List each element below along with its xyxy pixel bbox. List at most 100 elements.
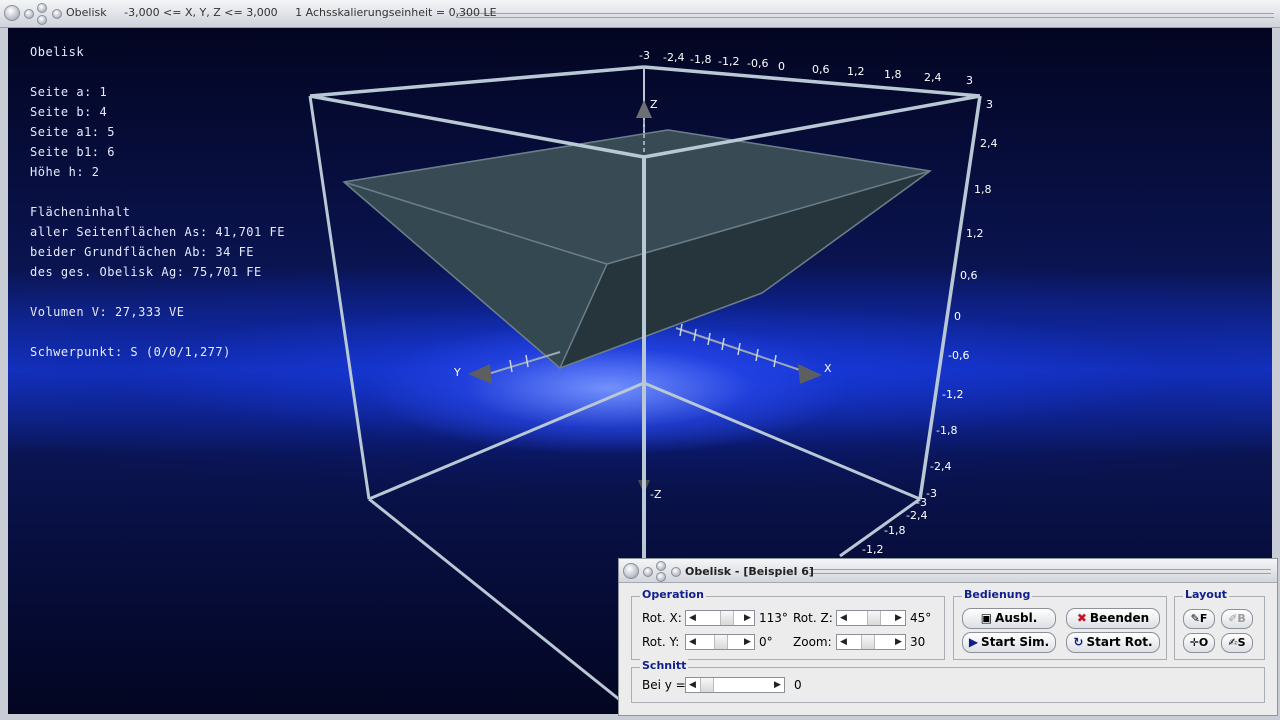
tick-label: 1,2 <box>847 65 865 78</box>
layout-f-label: F <box>1199 612 1208 625</box>
tick-label: -3 <box>916 496 927 509</box>
window-menu-icon[interactable] <box>52 9 62 19</box>
y-axis-line <box>487 351 561 375</box>
zoom-slider[interactable]: ◀ ▶ <box>836 634 906 650</box>
tick-label: -3 <box>926 487 937 500</box>
crosshair-icon: ✛ <box>1189 636 1199 649</box>
operation-group: Operation Rot. X: ◀ ▶ 113° Rot. Z: ◀ ▶ 4… <box>631 588 945 660</box>
layout-o-label: O <box>1198 636 1209 649</box>
slider-thumb[interactable] <box>867 611 881 625</box>
cube-edge <box>643 381 921 501</box>
x-axis-arrow-icon <box>798 364 822 384</box>
slider-left-arrow-icon[interactable]: ◀ <box>686 635 699 649</box>
rot-z-label: Rot. Z: <box>793 611 833 625</box>
info-schwerpunkt: Schwerpunkt: S (0/0/1,277) <box>30 345 231 359</box>
info-seite-a: Seite a: 1 <box>30 85 108 99</box>
slider-thumb[interactable] <box>714 635 728 649</box>
beenden-button[interactable]: ✖ Beenden <box>1066 608 1160 629</box>
window-restore-icon[interactable] <box>37 15 47 25</box>
tick-label: 2,4 <box>980 137 998 150</box>
y-axis-arrow-icon <box>468 364 492 384</box>
slider-left-arrow-icon[interactable]: ◀ <box>686 678 699 692</box>
info-flaeche-heading: Flächeninhalt <box>30 205 131 219</box>
dialog-titlebar-grip <box>809 569 1271 574</box>
layout-f-button[interactable]: ✎F <box>1183 609 1215 629</box>
rot-z-slider[interactable]: ◀ ▶ <box>836 610 906 626</box>
window-close-icon[interactable] <box>4 5 20 21</box>
rot-z-value: 45° <box>910 611 932 625</box>
slider-thumb[interactable] <box>861 635 875 649</box>
dialog-maximize-icon[interactable] <box>656 561 666 571</box>
rot-y-slider[interactable]: ◀ ▶ <box>685 634 755 650</box>
window-maximize-icon[interactable] <box>37 3 47 13</box>
layout-b-button[interactable]: ✐B <box>1221 609 1253 629</box>
tick-label: -2,4 <box>930 460 951 473</box>
dialog-restore-icon[interactable] <box>656 572 666 582</box>
window-minimize-icon[interactable] <box>24 9 34 19</box>
start-rot-button[interactable]: ↻ Start Rot. <box>1066 632 1160 653</box>
zoom-label: Zoom: <box>793 635 832 649</box>
obelisk-solid <box>342 129 932 370</box>
layout-legend: Layout <box>1183 588 1229 601</box>
dialog-minimize-icon[interactable] <box>643 567 653 577</box>
slider-right-arrow-icon[interactable]: ▶ <box>892 635 905 649</box>
bedienung-legend: Bedienung <box>962 588 1033 601</box>
slider-thumb[interactable] <box>720 611 734 625</box>
tick-label: -0,6 <box>948 349 969 362</box>
info-seite-a1: Seite a1: 5 <box>30 125 115 139</box>
ausbl-label: Ausbl. <box>995 611 1038 625</box>
window-title: Obelisk -3,000 <= X, Y, Z <= 3,000 1 Ach… <box>66 6 497 19</box>
dialog-close-icon[interactable] <box>623 563 639 579</box>
tick-label: -3 <box>639 49 650 62</box>
info-gesamtflaeche: des ges. Obelisk Ag: 75,701 FE <box>30 265 262 279</box>
slider-right-arrow-icon[interactable]: ▶ <box>741 611 754 625</box>
layout-o-button[interactable]: ✛O <box>1183 633 1215 653</box>
start-rot-label: Start Rot. <box>1086 635 1153 649</box>
cube-edge <box>368 497 621 702</box>
rot-x-value: 113° <box>759 611 788 625</box>
info-hoehe: Höhe h: 2 <box>30 165 100 179</box>
hide-icon: ▣ <box>980 611 993 625</box>
tick-label: -2,4 <box>663 51 684 64</box>
titlebar-grip <box>456 13 1274 18</box>
tick-label: 3 <box>966 74 973 87</box>
slider-left-arrow-icon[interactable]: ◀ <box>837 611 850 625</box>
slider-right-arrow-icon[interactable]: ▶ <box>741 635 754 649</box>
layout-s-label: S <box>1237 636 1246 649</box>
x-axis-label: X <box>824 362 832 375</box>
slider-left-arrow-icon[interactable]: ◀ <box>686 611 699 625</box>
layout-b-label: B <box>1237 612 1246 625</box>
rot-y-value: 0° <box>759 635 773 649</box>
slider-right-arrow-icon[interactable]: ▶ <box>892 611 905 625</box>
rot-x-label: Rot. X: <box>642 611 682 625</box>
tick-label: 0 <box>954 310 961 323</box>
rot-x-slider[interactable]: ◀ ▶ <box>685 610 755 626</box>
tick-label: -1,8 <box>936 424 957 437</box>
bottom-tick-labels: -3 -2,4 -1,8 -1,2 <box>862 496 927 556</box>
dialog-titlebar: Obelisk - [Beispiel 6] <box>619 559 1277 583</box>
cube-edge <box>643 94 981 159</box>
layout-s-button[interactable]: ✍S <box>1221 633 1253 653</box>
dialog-menu-icon[interactable] <box>671 567 681 577</box>
info-seite-b1: Seite b1: 6 <box>30 145 115 159</box>
bedienung-group: Bedienung ▣ Ausbl. ✖ Beenden ▶ Start Sim. ↻… <box>953 588 1167 660</box>
neg-z-axis-label: -Z <box>650 488 662 501</box>
tick-label: -1,2 <box>942 388 963 401</box>
layout-group: Layout ✎F ✐B ✛O ✍S <box>1174 588 1265 660</box>
bei-y-value: 0 <box>794 678 802 692</box>
start-sim-button[interactable]: ▶ Start Sim. <box>962 632 1056 653</box>
info-heading: Obelisk <box>30 45 85 59</box>
slider-left-arrow-icon[interactable]: ◀ <box>837 635 850 649</box>
slider-right-arrow-icon[interactable]: ▶ <box>771 678 784 692</box>
paint-icon: ✍ <box>1228 636 1238 649</box>
bei-y-slider[interactable]: ◀ ▶ <box>685 677 785 693</box>
cube-edge <box>309 65 645 98</box>
cube-edge <box>308 95 371 500</box>
ausbl-button[interactable]: ▣ Ausbl. <box>962 608 1056 629</box>
main-titlebar: Obelisk -3,000 <= X, Y, Z <= 3,000 1 Ach… <box>0 0 1280 28</box>
slider-thumb[interactable] <box>700 678 714 692</box>
tick-label: -1,8 <box>884 524 905 537</box>
info-seite-b: Seite b: 4 <box>30 105 108 119</box>
tick-label: 1,2 <box>966 227 984 240</box>
control-dialog: Obelisk - [Beispiel 6] Operation Rot. X:… <box>618 558 1278 716</box>
